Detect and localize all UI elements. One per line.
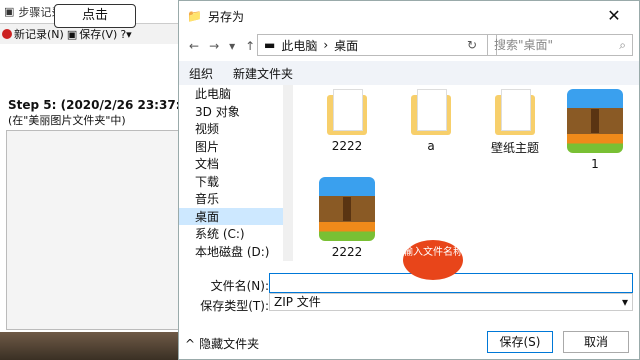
breadcrumb-pc[interactable]: 此电脑: [281, 37, 317, 54]
save-as-dialog: 📁 另存为 ✕ ← → ▾ ↑ ▬ 此电脑 › 桌面 ↻ 搜索"桌面" ⌕ 组织 …: [178, 0, 640, 360]
refresh-icon[interactable]: ↻: [461, 34, 483, 56]
filename-label: 文件名(N):: [210, 279, 269, 293]
command-bar: 组织 新建文件夹: [179, 61, 639, 85]
desktop-icon: ▬: [264, 38, 276, 52]
tree-scrollbar[interactable]: [283, 85, 293, 261]
breadcrumb-desktop[interactable]: 桌面: [334, 37, 358, 54]
dialog-titlebar: 📁 另存为: [179, 1, 639, 31]
search-icon: ⌕: [619, 38, 626, 52]
tree-item-pictures[interactable]: 图片: [179, 138, 292, 156]
nav-tree: 此电脑 3D 对象 视频 图片 文档 下载 音乐 桌面 系统 (C:) 本地磁盘…: [179, 85, 293, 261]
file-item[interactable]: a: [391, 89, 471, 153]
forward-icon[interactable]: →: [209, 39, 219, 53]
help-icon[interactable]: ?▾: [120, 28, 131, 41]
tree-item-c-drive[interactable]: 系统 (C:): [179, 225, 292, 243]
new-folder-button[interactable]: 新建文件夹: [233, 65, 293, 82]
zip-icon: [567, 89, 623, 153]
chevron-up-icon: ^: [185, 336, 196, 351]
file-item[interactable]: 1: [555, 89, 635, 171]
annotation-bubble: 输入文件名称: [403, 240, 463, 280]
tree-item-downloads[interactable]: 下载: [179, 173, 292, 191]
record-icon: [2, 29, 12, 39]
file-item[interactable]: 壁纸主题: [475, 89, 555, 156]
new-record-button[interactable]: 新记录(N): [2, 26, 64, 42]
organize-button[interactable]: 组织: [189, 65, 213, 82]
chevron-down-icon[interactable]: ▾: [229, 39, 235, 53]
filetype-label: 保存类型(T):: [200, 299, 269, 313]
zip-icon: [319, 177, 375, 241]
app-icon: ▣: [4, 5, 15, 18]
close-button[interactable]: ✕: [589, 1, 639, 31]
file-item[interactable]: 2222: [307, 89, 387, 153]
tree-item-music[interactable]: 音乐: [179, 190, 292, 208]
click-callout: 点击: [54, 4, 136, 28]
search-input[interactable]: 搜索"桌面" ⌕: [487, 34, 633, 56]
save-button[interactable]: 保存(S): [487, 331, 553, 353]
save-record-button[interactable]: ▣ 保存(V): [67, 26, 118, 42]
cancel-button[interactable]: 取消: [563, 331, 629, 353]
save-icon: ▣: [66, 27, 78, 41]
file-grid: 2222 a 壁纸主题 1 2222: [295, 85, 639, 261]
step-line-2: (在"美丽图片文件夹"中): [8, 114, 126, 127]
filetype-select[interactable]: ZIP 文件 ▾: [269, 293, 633, 311]
back-icon[interactable]: ←: [189, 39, 199, 53]
tree-item-documents[interactable]: 文档: [179, 155, 292, 173]
file-item[interactable]: 2222: [307, 177, 387, 259]
dialog-title: 另存为: [207, 9, 244, 24]
chevron-down-icon: ▾: [621, 295, 628, 309]
tree-item-d-drive[interactable]: 本地磁盘 (D:): [179, 243, 292, 261]
step-screenshot: [6, 130, 180, 330]
folder-icon: [495, 89, 535, 135]
tree-item-desktop[interactable]: 桌面: [179, 207, 292, 225]
tree-item-videos[interactable]: 视频: [179, 120, 292, 138]
folder-icon: 📁: [187, 9, 202, 23]
hide-folders-toggle[interactable]: ^ 隐藏文件夹: [185, 335, 259, 352]
up-icon[interactable]: ↑: [245, 39, 255, 53]
tree-item-3d[interactable]: 3D 对象: [179, 103, 292, 121]
ie-folder-icon: [327, 89, 367, 135]
folder-icon: [411, 89, 451, 135]
tree-item-pc[interactable]: 此电脑: [179, 85, 292, 103]
